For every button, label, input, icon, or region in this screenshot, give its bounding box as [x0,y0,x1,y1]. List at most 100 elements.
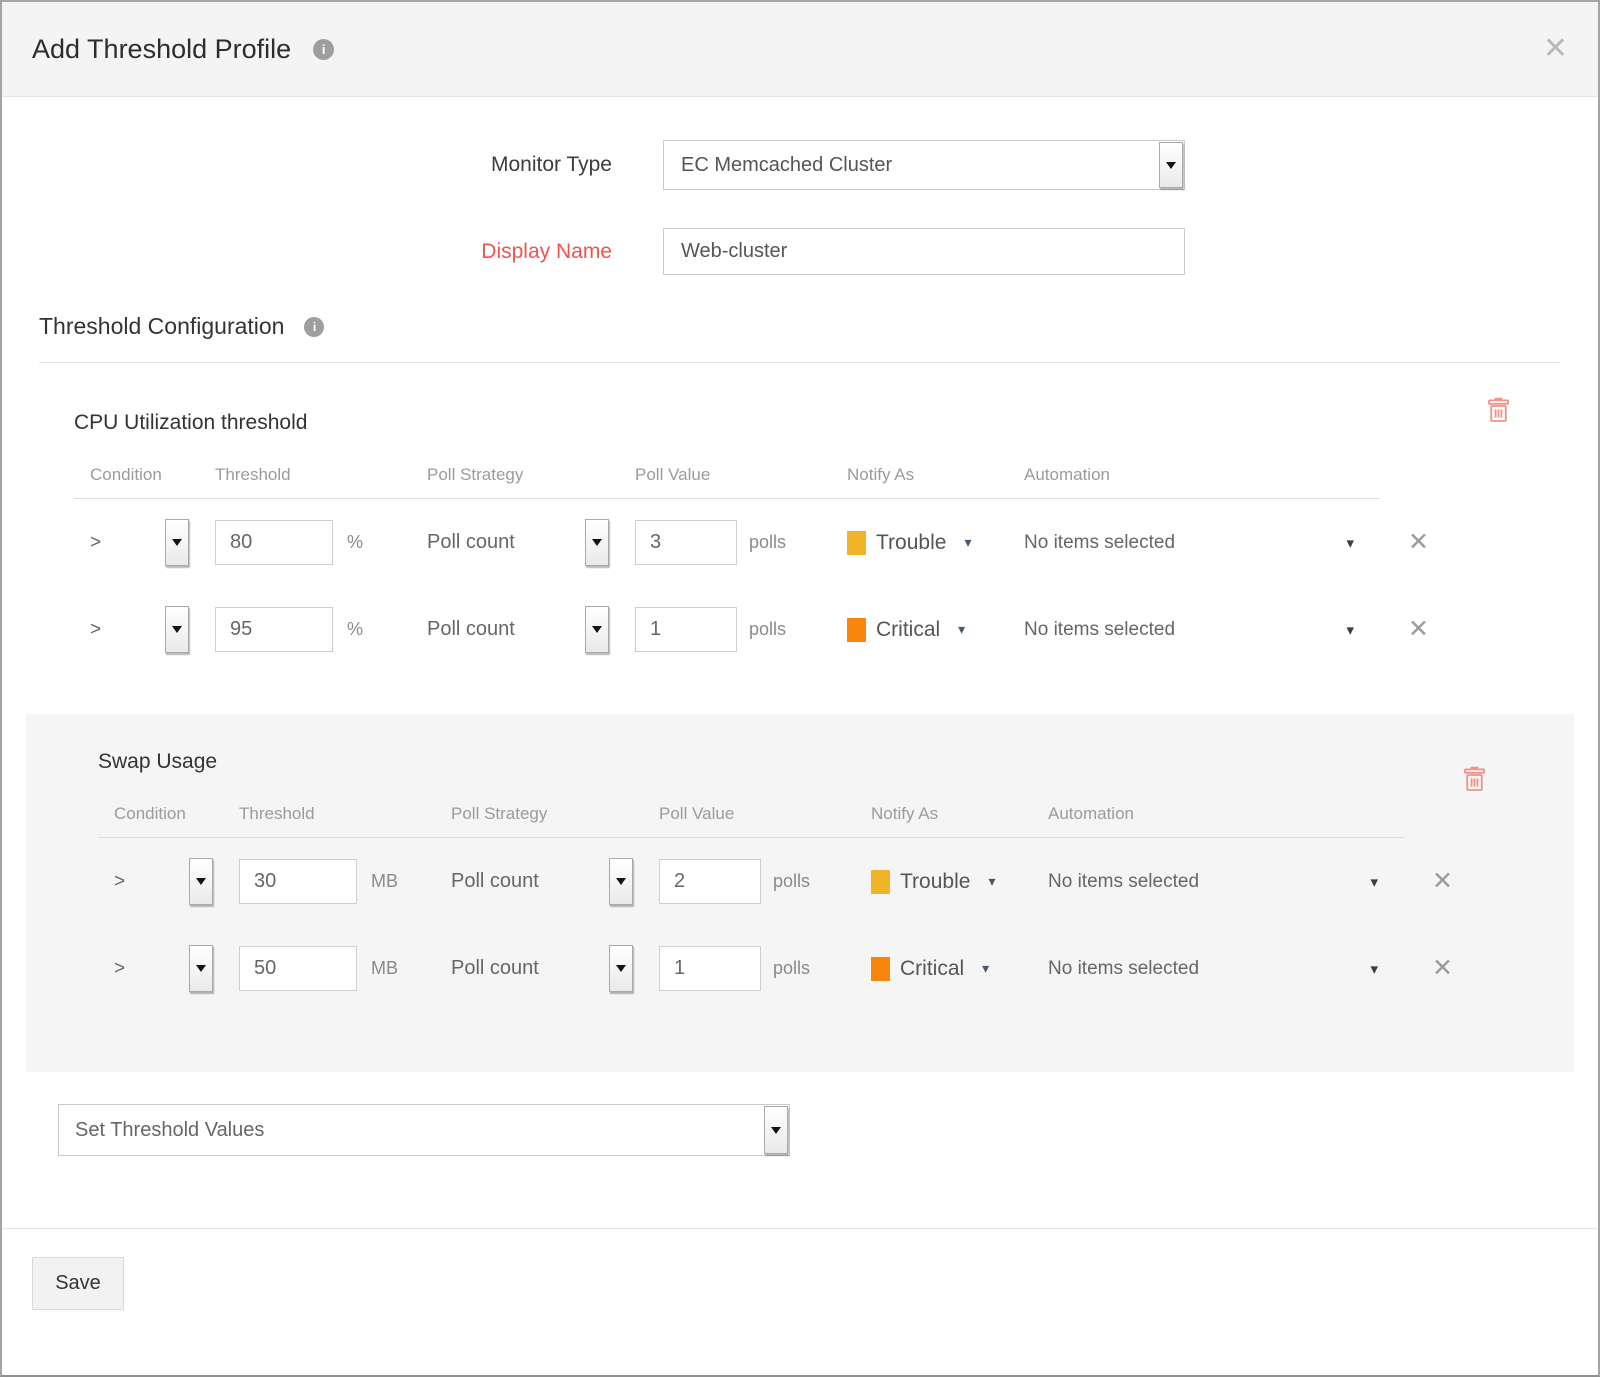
chevron-down-icon[interactable] [609,858,633,905]
column-header-condition: Condition [74,465,215,485]
notify-as-value: Critical [900,957,964,981]
threshold-unit: MB [371,958,398,979]
close-icon[interactable]: ✕ [1543,34,1568,64]
column-header-threshold: Threshold [215,465,427,485]
poll-strategy-select[interactable]: Poll count [451,945,659,992]
notify-as-value: Trouble [876,531,946,555]
condition-value: > [90,619,101,641]
info-icon[interactable]: i [304,317,324,337]
condition-select[interactable]: > [98,945,239,992]
automation-select[interactable]: No items selected ▾ [1024,532,1380,554]
dialog-title: Add Threshold Profile [32,34,291,65]
trash-icon[interactable] [1487,397,1510,428]
automation-value: No items selected [1048,871,1199,893]
poll-strategy-select[interactable]: Poll count [451,858,659,905]
status-color-swatch [847,618,866,642]
threshold-row: > % Poll count polls Trouble ▾ No ite [74,499,1380,586]
display-name-row: Display Name [2,228,1598,275]
display-name-label: Display Name [2,240,612,264]
column-header-automation: Automation [1048,804,1404,824]
poll-strategy-value: Poll count [451,870,539,893]
caret-down-icon: ▾ [964,534,971,551]
automation-select[interactable]: No items selected ▾ [1048,958,1404,980]
condition-value: > [114,958,125,980]
poll-value-unit: polls [749,532,786,553]
poll-value-unit: polls [773,871,810,892]
poll-strategy-select[interactable]: Poll count [427,519,635,566]
save-button[interactable]: Save [32,1257,124,1310]
column-header-notify-as: Notify As [871,804,1048,824]
caret-down-icon: ▾ [1370,873,1378,891]
notify-as-select[interactable]: Critical ▾ [871,957,1048,981]
caret-down-icon: ▾ [982,960,989,977]
display-name-field[interactable] [664,229,1184,274]
chevron-down-icon[interactable] [189,945,213,992]
poll-value-input[interactable] [636,521,736,564]
notify-as-select[interactable]: Trouble ▾ [847,531,1024,555]
column-header-poll-value: Poll Value [659,804,871,824]
condition-select[interactable]: > [98,858,239,905]
monitor-type-select[interactable]: EC Memcached Cluster [663,140,1185,190]
trash-icon[interactable] [1463,766,1486,797]
automation-value: No items selected [1024,532,1175,554]
condition-select[interactable]: > [74,606,215,653]
threshold-configuration-heading: Threshold Configuration i [39,313,1598,340]
chevron-down-icon[interactable] [1159,142,1183,188]
info-icon[interactable]: i [313,39,334,60]
poll-strategy-value: Poll count [427,531,515,554]
column-header-automation: Automation [1024,465,1380,485]
column-header-notify-as: Notify As [847,465,1024,485]
remove-row-icon[interactable]: ✕ [1432,869,1453,894]
condition-value: > [114,871,125,893]
caret-down-icon: ▾ [1346,621,1354,639]
threshold-input-wrap [239,946,357,991]
remove-row-icon[interactable]: ✕ [1408,617,1429,642]
poll-strategy-value: Poll count [451,957,539,980]
threshold-input[interactable] [216,521,332,564]
threshold-row: > % Poll count polls Critical ▾ No it [74,586,1380,673]
threshold-input[interactable] [240,947,356,990]
chevron-down-icon[interactable] [165,606,189,653]
poll-value-input-wrap [659,859,761,904]
caret-down-icon: ▾ [1370,960,1378,978]
automation-select[interactable]: No items selected ▾ [1048,871,1404,893]
remove-row-icon[interactable]: ✕ [1408,530,1429,555]
automation-select[interactable]: No items selected ▾ [1024,619,1380,641]
condition-select[interactable]: > [74,519,215,566]
poll-value-input-wrap [635,607,737,652]
status-color-swatch [847,531,866,555]
caret-down-icon: ▾ [958,621,965,638]
column-header-condition: Condition [98,804,239,824]
notify-as-value: Critical [876,618,940,642]
threshold-input-wrap [239,859,357,904]
threshold-input[interactable] [216,608,332,651]
remove-row-icon[interactable]: ✕ [1432,956,1453,981]
poll-strategy-select[interactable]: Poll count [427,606,635,653]
monitor-type-value: EC Memcached Cluster [664,154,892,177]
threshold-configuration-title: Threshold Configuration [39,313,284,340]
poll-value-input[interactable] [660,947,760,990]
chevron-down-icon[interactable] [585,519,609,566]
dialog-footer: Save [2,1228,1598,1338]
monitor-type-row: Monitor Type EC Memcached Cluster [2,140,1598,190]
notify-as-value: Trouble [900,870,970,894]
set-threshold-values-value: Set Threshold Values [59,1119,264,1142]
notify-as-select[interactable]: Critical ▾ [847,618,1024,642]
add-threshold-profile-dialog: Add Threshold Profile i ✕ Monitor Type E… [0,0,1600,1377]
column-header-threshold: Threshold [239,804,451,824]
chevron-down-icon[interactable] [189,858,213,905]
poll-value-input[interactable] [636,608,736,651]
set-threshold-values-select[interactable]: Set Threshold Values [58,1104,790,1156]
section-swap-usage-wrap: Swap Usage Condition Threshold Poll Stra… [26,714,1574,1072]
chevron-down-icon[interactable] [764,1106,788,1154]
threshold-unit: MB [371,871,398,892]
chevron-down-icon[interactable] [165,519,189,566]
poll-value-input[interactable] [660,860,760,903]
threshold-unit: % [347,619,363,640]
automation-value: No items selected [1048,958,1199,980]
table-header: Condition Threshold Poll Strategy Poll V… [74,465,1380,499]
chevron-down-icon[interactable] [609,945,633,992]
threshold-input[interactable] [240,860,356,903]
notify-as-select[interactable]: Trouble ▾ [871,870,1048,894]
chevron-down-icon[interactable] [585,606,609,653]
